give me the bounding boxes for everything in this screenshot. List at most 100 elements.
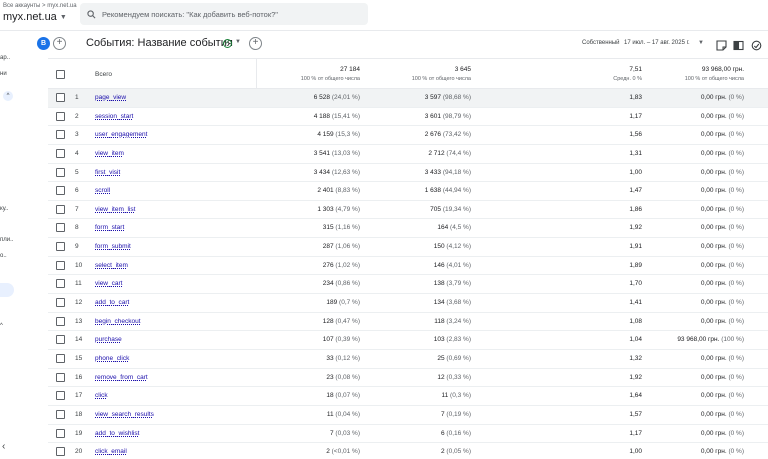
revenue-cell: 0,00 грн. (0 %) [701,262,744,269]
table-row[interactable]: 3 user_engagement 4 159 (15,3 %) 2 676 (73,… [48,126,768,145]
report-toolbar: B + События: Название события ✓ ▼ + Собс… [32,34,768,54]
table-row[interactable]: 13 begin_checkout 128 (0,47 %) 118 (3,24 %)… [48,313,768,332]
table-row[interactable]: 6 scroll 2 401 (8,83 %) 1 638 (44,94 %) 1,47… [48,182,768,201]
date-range[interactable]: 17 июл. – 17 авг. 2025 г. [624,40,690,46]
event-name-link[interactable]: phone_click [95,355,129,362]
event-count-cell: 107 (0,39 %) [323,336,360,343]
revenue-cell: 0,00 грн. (0 %) [701,430,744,437]
edit-report-icon[interactable] [716,38,727,51]
event-name-link[interactable]: scroll [95,187,110,194]
row-checkbox[interactable] [56,428,65,438]
event-name-link[interactable]: view_search_results [95,411,154,418]
event-name-link[interactable]: user_engagement [95,131,147,138]
property-selector[interactable]: myx.net.ua ▼ [3,11,67,23]
row-checkbox[interactable] [56,353,65,363]
table-row[interactable]: 14 purchase 107 (0,39 %) 103 (2,83 %) 1,04 93… [48,331,768,350]
nav-fragment[interactable]: ни [0,71,7,77]
table-row[interactable]: 15 phone_click 33 (0,12 %) 25 (0,69 %) 1,32 0… [48,350,768,369]
account-breadcrumb[interactable]: Все аккаунты > myx.net.ua [3,3,77,9]
row-checkbox[interactable] [56,260,65,270]
table-row[interactable]: 2 session_start 4 188 (15,41 %) 3 601 (98,7… [48,108,768,127]
table-row[interactable]: 5 first_visit 3 434 (12,63 %) 3 433 (94,18 … [48,164,768,183]
row-checkbox[interactable] [56,372,65,382]
event-name-link[interactable]: session_start [95,113,133,120]
nav-fragment[interactable]: ку.. [0,206,8,212]
event-name-link[interactable]: view_item_list [95,206,135,213]
row-checkbox[interactable] [56,186,65,196]
table-row[interactable]: 19 add_to_wishlist 7 (0,03 %) 6 (0,16 %) 1,1… [48,425,768,444]
table-row[interactable]: 1 page_view 6 528 (24,01 %) 3 597 (98,68 %)… [48,89,768,108]
event-name-link[interactable]: first_visit [95,169,120,176]
date-preset-label[interactable]: Собственный [582,40,620,46]
insights-icon[interactable] [751,38,762,51]
table-row[interactable]: 11 view_cart 234 (0,86 %) 138 (3,79 %) 1,70 0… [48,275,768,295]
event-name-link[interactable]: view_cart [95,280,122,287]
row-checkbox[interactable] [56,148,65,158]
row-checkbox[interactable] [56,167,65,177]
table-row[interactable]: 10 select_item 276 (1,02 %) 146 (4,01 %) 1,8… [48,257,768,276]
event-count-percent: (4,79 %) [335,205,360,213]
table-row[interactable]: 12 add_to_cart 189 (0,7 %) 134 (3,68 %) 1,41… [48,294,768,313]
row-checkbox[interactable] [56,204,65,214]
table-row[interactable]: 4 view_item 3 541 (13,03 %) 2 712 (74,4 %) 1… [48,145,768,164]
property-name: myx.net.ua [3,11,57,23]
table-row[interactable]: 8 form_start 315 (1,16 %) 164 (4,5 %) 1,92 0,… [48,219,768,239]
events-per-user-cell: 1,57 [629,410,642,418]
table-row[interactable]: 17 click 18 (0,07 %) 11 (0,3 %) 1,64 0,00 грн… [48,387,768,406]
event-name-link[interactable]: add_to_cart [95,299,129,306]
row-checkbox[interactable] [56,130,65,140]
event-name-link[interactable]: click [95,392,108,399]
event-name-link[interactable]: view_item [95,150,124,157]
table-row[interactable]: 20 click_email 2 (<0,01 %) 2 (0,05 %) 1,00 0,… [48,443,768,459]
event-name-link[interactable]: click_email [95,448,127,455]
users-value: 164 [437,224,449,232]
event-count-value: 23 [326,373,334,381]
row-checkbox[interactable] [56,447,65,457]
comparison-badge[interactable]: B [37,37,50,50]
compare-columns-icon[interactable] [733,38,744,51]
event-name-link[interactable]: form_start [95,224,124,231]
row-checkbox[interactable] [56,111,65,121]
total-users: 3 645 [454,66,471,73]
revenue-value: 0,00 грн. [700,187,727,195]
row-checkbox[interactable] [56,316,65,326]
table-row[interactable]: 7 view_item_list 1 303 (4,79 %) 705 (19,34 … [48,201,768,220]
revenue-percent: (0 %) [728,429,744,437]
event-name-link[interactable]: page_view [95,94,126,101]
revenue-value: 0,00 грн. [700,354,727,362]
row-checkbox[interactable] [56,335,65,345]
event-name-link[interactable]: add_to_wishlist [95,430,139,437]
chevron-up-icon[interactable]: ^ [3,91,13,101]
select-all-checkbox[interactable] [56,70,65,79]
users-percent: (4,5 %) [450,224,471,232]
row-checkbox[interactable] [56,223,65,233]
revenue-cell: 0,00 грн. (0 %) [701,113,744,120]
event-count-cell: 4 159 (15,3 %) [317,131,360,138]
row-checkbox[interactable] [56,391,65,401]
search-bar[interactable]: Рекомендуем поискать: "Как добавить веб-… [80,3,368,25]
chevron-down-icon[interactable]: ▼ [698,40,704,46]
nav-fragment[interactable]: пли.. [0,237,13,243]
event-name-link[interactable]: begin_checkout [95,318,141,325]
nav-fragment[interactable]: о.. [0,253,7,259]
events-per-user-cell: 1,17 [629,429,642,437]
add-comparison-icon[interactable]: + [53,37,66,50]
row-checkbox[interactable] [56,93,65,102]
table-row[interactable]: 18 view_search_results 11 (0,04 %) 7 (0,19 … [48,406,768,425]
chevron-down-icon[interactable]: ▼ [235,39,241,45]
event-name-link[interactable]: purchase [95,336,122,343]
row-checkbox[interactable] [56,242,65,252]
table-row[interactable]: 9 form_submit 287 (1,06 %) 150 (4,12 %) 1,91… [48,238,768,257]
event-name-link[interactable]: form_submit [95,243,131,250]
chevron-up-icon[interactable]: ^ [0,323,3,329]
users-percent: (3,68 %) [446,299,471,307]
add-filter-icon[interactable]: + [249,37,262,50]
table-row[interactable]: 16 remove_from_cart 23 (0,08 %) 12 (0,33 %)… [48,369,768,388]
nav-fragment[interactable]: ар.. [0,55,10,61]
row-checkbox[interactable] [56,409,65,419]
row-checkbox[interactable] [56,279,65,289]
event-name-link[interactable]: remove_from_cart [95,374,148,381]
row-checkbox[interactable] [56,298,65,308]
collapse-nav-icon[interactable]: ‹ [2,441,5,452]
event-name-link[interactable]: select_item [95,262,128,269]
